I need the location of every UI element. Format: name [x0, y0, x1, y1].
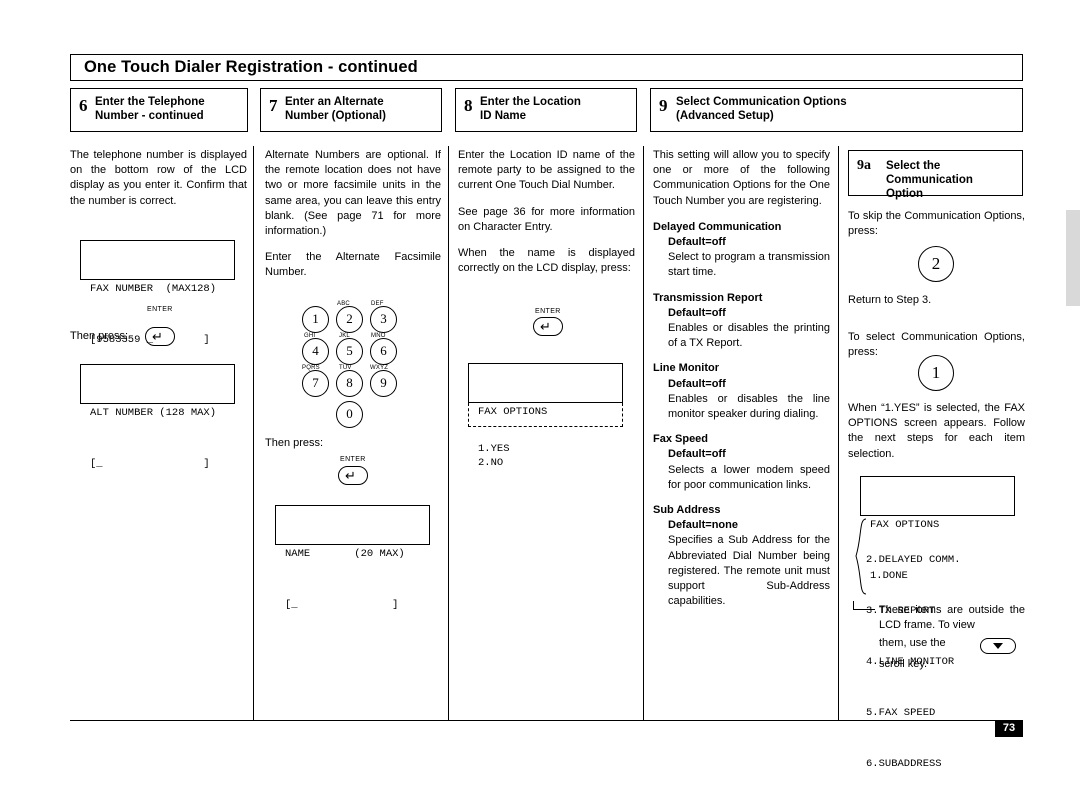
column-divider-3 — [643, 146, 644, 720]
enter-key-button-col2[interactable]: ↵ — [338, 466, 368, 485]
step-number-9a: 9a — [857, 158, 871, 173]
option-default-txreport: Default=off — [668, 306, 726, 319]
keypad-key-8[interactable]: 8 — [336, 370, 363, 397]
keypad-key-4[interactable]: 4 — [302, 338, 329, 365]
col4-intro: This setting will allow you to specify o… — [653, 149, 830, 207]
lcd-fax-options-offscreen: 1.YES — [468, 403, 623, 455]
column-4-text: This setting will allow you to specify o… — [653, 148, 830, 609]
step-label-8: Enter the Location ID Name — [480, 96, 581, 122]
keypad-circle-2[interactable]: 2 — [918, 246, 954, 282]
step-number-8: 8 — [464, 96, 473, 115]
step-number-9: 9 — [659, 96, 668, 115]
keypad-circle-1[interactable]: 1 — [918, 355, 954, 391]
lcd-name-line2: [_ ] — [285, 599, 399, 611]
keypad-key-6[interactable]: 6 — [370, 338, 397, 365]
col1-enter-label: ENTER — [147, 306, 173, 313]
col2-enter-label: ENTER — [340, 456, 366, 463]
enter-arrow-icon: ↵ — [152, 329, 163, 344]
lcd-fax-options-line3: 1.YES — [478, 443, 510, 455]
col5-skip-text: To skip the Communication Options, press… — [848, 209, 1025, 250]
col5-yes-text: When “1.YES” is selected, the FAX OPTION… — [848, 401, 1025, 473]
keypad-key-2[interactable]: 2 — [336, 306, 363, 333]
page-title: One Touch Dialer Registration - continue… — [84, 58, 418, 76]
enter-arrow-icon-2: ↵ — [345, 468, 356, 483]
col5-return-text: Return to Step 3. — [848, 293, 1025, 319]
col2-then-press: Then press: — [265, 437, 324, 449]
keypad-key-7[interactable]: 7 — [302, 370, 329, 397]
option-head-faxspeed: Fax Speed — [653, 433, 709, 446]
lcd-name-line1: NAME (20 MAX) — [285, 548, 405, 560]
col2-paragraph-1: Alternate Numbers are optional. If the r… — [265, 149, 441, 238]
col3-enter-label: ENTER — [535, 308, 561, 315]
lcd-fax-options-done: FAX OPTIONS 1.DONE — [860, 476, 1015, 582]
option-desc-delayed: Select to program a transmission start t… — [668, 251, 830, 279]
column-divider-4 — [838, 146, 839, 720]
col5-note-paragraph: These items are outside the LCD frame. T… — [879, 604, 1025, 632]
step-number-7: 7 — [269, 96, 278, 115]
option-head-txreport: Transmission Report — [653, 291, 763, 304]
page-root: One Touch Dialer Registration - continue… — [0, 0, 1080, 770]
enter-key-button-col1[interactable]: ↵ — [145, 327, 175, 346]
column-divider-2 — [448, 146, 449, 720]
keypad-key-0[interactable]: 0 — [336, 401, 363, 428]
page-number: 73 — [995, 720, 1023, 737]
option-default-delayed: Default=off — [668, 236, 726, 249]
lcd-alt-number-line1: ALT NUMBER (128 MAX) — [90, 407, 217, 419]
col1-then-press: Then press: — [70, 330, 129, 342]
option-desc-txreport: Enables or disables the printing of a TX… — [668, 322, 830, 350]
option-delayed-communication: Delayed Communication Default=off Select… — [653, 220, 830, 281]
step-label-9a: Select the Communication Option — [886, 160, 973, 200]
chevron-down-icon — [993, 643, 1003, 649]
option-transmission-report: Transmission Report Default=off Enables … — [653, 291, 830, 352]
page-edge-tab — [1066, 210, 1080, 306]
lcd-alt-number-line2: [_ ] — [90, 458, 210, 470]
keypad-key-3[interactable]: 3 — [370, 306, 397, 333]
lcd-alt-number: ALT NUMBER (128 MAX) [_ ] — [80, 364, 235, 470]
col1-paragraph-1: The telephone number is displayed on the… — [70, 149, 247, 207]
option-head-linemonitor: Line Monitor — [653, 362, 719, 375]
keypad-key-9[interactable]: 9 — [370, 370, 397, 397]
col5-note2a: them, use the — [879, 637, 946, 649]
lcd-name-entry: NAME (20 MAX) [_ ] — [275, 505, 430, 611]
col5-note2b: scroll key. — [879, 658, 928, 670]
step-label-6: Enter the Telephone Number - continued — [95, 96, 205, 122]
fax-option-item-2: 2.DELAYED COMM. — [866, 554, 961, 566]
col3-paragraph-3: When the name is displayed correctly on … — [458, 247, 635, 275]
lcd-fax-number-line1: FAX NUMBER (MAX128) — [90, 283, 217, 295]
keypad-key-5[interactable]: 5 — [336, 338, 363, 365]
scroll-down-key[interactable] — [980, 638, 1016, 654]
option-default-subaddress: Default=none — [668, 519, 738, 532]
option-desc-subaddress: Specifies a Sub Address for the Abbrevia… — [668, 534, 830, 608]
option-line-monitor: Line Monitor Default=off Enables or disa… — [653, 361, 830, 422]
col3-paragraph-2: See page 36 for more information on Char… — [458, 205, 635, 233]
lcd-fax-number: FAX NUMBER (MAX128) [9583359 _ ] — [80, 240, 235, 346]
fax-option-item-6: 6.SUBADDRESS — [866, 758, 942, 770]
option-head-subaddress: Sub Address — [653, 504, 721, 517]
enter-key-button-col3[interactable]: ↵ — [533, 317, 563, 336]
keypad-key-1[interactable]: 1 — [302, 306, 329, 333]
step-label-7: Enter an Alternate Number (Optional) — [285, 96, 386, 122]
footer-rule — [70, 720, 1023, 721]
option-default-faxspeed: Default=off — [668, 448, 726, 461]
step-label-9: Select Communication Options (Advanced S… — [676, 96, 847, 122]
option-fax-speed: Fax Speed Default=off Selects a lower mo… — [653, 432, 830, 493]
col5-skip-paragraph: To skip the Communication Options, press… — [848, 210, 1025, 238]
column-1-text: The telephone number is displayed on the… — [70, 148, 247, 220]
col5-return-paragraph: Return to Step 3. — [848, 294, 932, 306]
option-desc-faxspeed: Selects a lower modem speed for poor com… — [668, 463, 830, 491]
column-2-text: Alternate Numbers are optional. If the r… — [265, 148, 441, 292]
option-default-linemonitor: Default=off — [668, 377, 726, 390]
col5-yes-paragraph: When “1.YES” is selected, the FAX OPTION… — [848, 402, 1025, 460]
bracket-stem-horizontal — [853, 609, 875, 610]
lcd-fax-options: FAX OPTIONS 2.NO — [468, 363, 623, 469]
column-3-text: Enter the Location ID name of the remote… — [458, 148, 635, 287]
option-desc-linemonitor: Enables or disables the line monitor spe… — [668, 392, 830, 421]
col3-paragraph-1: Enter the Location ID name of the remote… — [458, 149, 635, 192]
step-number-6: 6 — [79, 96, 88, 115]
column-divider-1 — [253, 146, 254, 720]
col2-paragraph-2: Enter the Alternate Facsimile Number. — [265, 251, 441, 279]
enter-arrow-icon-3: ↵ — [540, 319, 551, 334]
option-head-delayed: Delayed Communication — [653, 220, 782, 233]
option-sub-address: Sub Address Default=none Specifies a Sub… — [653, 503, 830, 609]
